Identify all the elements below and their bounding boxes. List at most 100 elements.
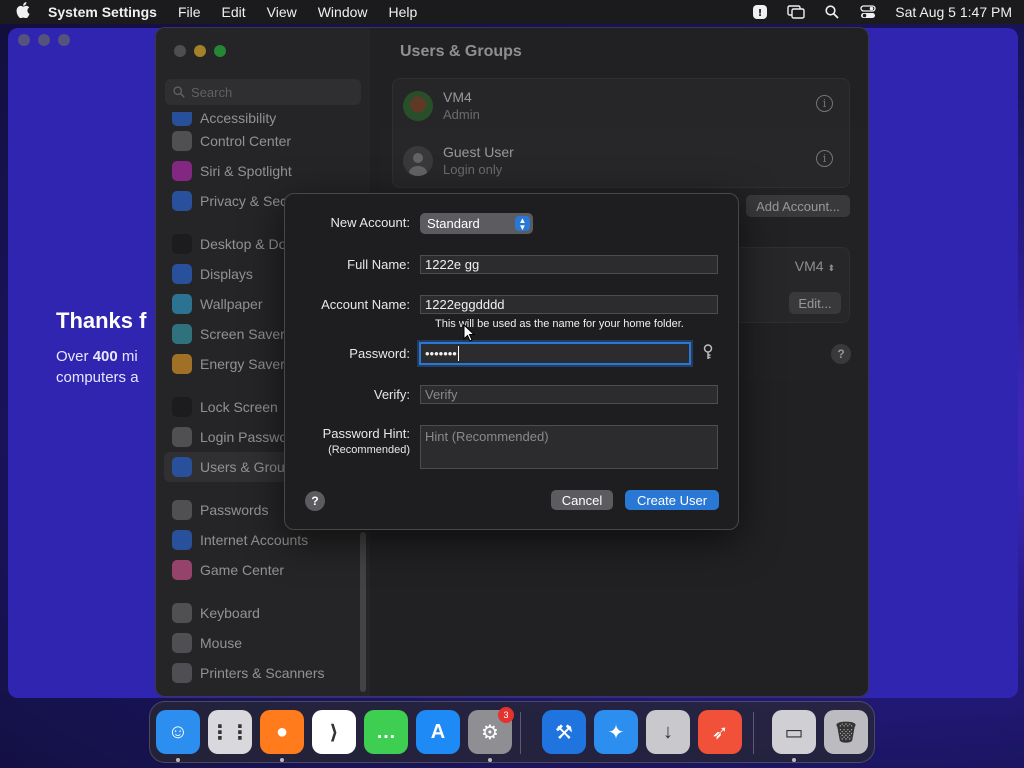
printer-icon [172, 663, 192, 683]
accessibility-icon [172, 112, 192, 126]
sidebar-item-label: Keyboard [200, 605, 260, 621]
sidebar-item-label: Lock Screen [200, 399, 278, 415]
page-title: Users & Groups [400, 43, 522, 60]
sidebar-item-label: Desktop & Doc [200, 236, 294, 252]
info-icon[interactable]: i [816, 150, 833, 167]
instruments-icon[interactable]: ✦ [594, 710, 638, 754]
password-hint-field[interactable]: Hint (Recommended) [420, 425, 718, 469]
users-list: VM4 Admin i Guest User Login only i [392, 78, 850, 188]
password-label: Password: [349, 346, 410, 361]
swift-icon[interactable]: ➶ [698, 710, 742, 754]
search-icon[interactable] [823, 5, 841, 19]
notification-badge: 3 [498, 707, 514, 723]
user-row-guest[interactable]: Guest User Login only i [403, 144, 839, 177]
apple-menu-icon[interactable] [12, 2, 34, 22]
xcode-icon[interactable]: ⚒ [542, 710, 586, 754]
sidebar-item-label: Displays [200, 266, 253, 282]
user-row-vm4[interactable]: VM4 Admin i [403, 89, 839, 122]
create-user-button[interactable]: Create User [625, 490, 719, 510]
menu-window[interactable]: Window [318, 4, 368, 20]
password-hint-label: Password Hint: [322, 426, 410, 441]
trash-icon[interactable]: 🗑 [824, 710, 868, 754]
info-icon[interactable]: i [816, 95, 833, 112]
sidebar-item-label: Energy Saver [200, 356, 285, 372]
user-name: VM4 [443, 89, 472, 105]
sidebar-scrollbar[interactable] [360, 532, 366, 692]
app-store-icon[interactable]: A [416, 710, 460, 754]
messages-icon[interactable]: … [364, 710, 408, 754]
account-type-value: Standard [427, 216, 480, 231]
sidebar-item-label: Printers & Scanners [200, 665, 325, 681]
sidebar-item[interactable]: Accessibility [164, 112, 362, 126]
menu-view[interactable]: View [267, 4, 297, 20]
desktop-dock-icon [172, 234, 192, 254]
subtext-number: 400 [92, 348, 118, 365]
users-icon [172, 457, 192, 477]
finder-icon[interactable]: ☺ [156, 710, 200, 754]
launchpad-icon[interactable]: ⋮⋮ [208, 710, 252, 754]
auto-login-value: VM4 [794, 258, 824, 274]
password-field[interactable]: ••••••• [419, 342, 691, 365]
sidebar-item-label: Wallpaper [200, 296, 263, 312]
minimize-dot [38, 34, 50, 46]
menu-edit[interactable]: Edit [222, 4, 246, 20]
user-info: Guest User Login only [443, 144, 514, 177]
auto-login-select[interactable]: VM4 ⬍ [795, 258, 835, 274]
running-indicator [488, 758, 492, 762]
menu-clock[interactable]: Sat Aug 5 1:47 PM [895, 4, 1012, 20]
zoom-button[interactable] [214, 45, 226, 57]
key-icon[interactable] [702, 344, 716, 362]
dock: ☺ ⋮⋮ ● ⟩… A ⚙ ⚒ ✦ ↓ ➶ ▭ 🗑 3 [149, 701, 875, 763]
subtext-rest: mi [117, 348, 138, 365]
minimize-button[interactable] [194, 45, 206, 57]
disk-image-icon[interactable]: ▭ [772, 710, 816, 754]
siri-icon [172, 161, 192, 181]
help-button[interactable]: ? [831, 344, 851, 364]
close-button[interactable] [174, 45, 186, 57]
subtext-line2: computers a [56, 369, 139, 386]
sidebar-item[interactable]: Keyboard [164, 598, 362, 628]
sidebar-item[interactable]: Siri & Spotlight [164, 156, 362, 186]
thanks-headline: Thanks f [56, 308, 147, 333]
account-type-popup[interactable]: Standard ▲ ▼ [420, 213, 533, 234]
verify-label: Verify: [373, 387, 410, 402]
edit-button[interactable]: Edit... [789, 292, 841, 314]
control-center-icon [172, 131, 192, 151]
add-account-button[interactable]: Add Account... [746, 195, 850, 217]
user-info: VM4 Admin [443, 89, 480, 122]
menu-app-name[interactable]: System Settings [48, 4, 157, 20]
verify-field[interactable]: Verify [420, 385, 718, 404]
dock-separator [520, 712, 521, 754]
avatar-football [403, 90, 433, 121]
sidebar-item[interactable]: Game Center [164, 555, 362, 585]
screen-mirroring-icon[interactable] [787, 5, 805, 19]
control-center-icon[interactable] [859, 5, 877, 19]
menu-help[interactable]: Help [389, 4, 418, 20]
sidebar-item-label: Internet Accounts [200, 532, 309, 548]
sidebar-item[interactable]: Control Center [164, 126, 362, 156]
sidebar-item-label: Screen Saver [200, 326, 285, 342]
cancel-button[interactable]: Cancel [551, 490, 613, 510]
installer-icon[interactable]: ↓ [646, 710, 690, 754]
wallpaper-icon [172, 294, 192, 314]
battery-icon [172, 354, 192, 374]
status-menu-icon[interactable]: ! [751, 5, 769, 19]
chevron-updown-icon: ▲ ▼ [515, 216, 530, 231]
sidebar-item-label: Control Center [200, 133, 292, 149]
password-dots: ••••••• [425, 346, 457, 361]
close-dot [18, 34, 30, 46]
key-icon [172, 500, 192, 520]
help-button[interactable]: ? [305, 491, 325, 511]
vscode-icon[interactable]: ⟩ [312, 710, 356, 754]
sidebar-item-label: Passwords [200, 502, 269, 518]
sidebar-item[interactable]: Printers & Scanners [164, 658, 362, 688]
new-account-dialog: New Account: Standard ▲ ▼ Full Name: 1222… [284, 193, 739, 530]
sidebar-search[interactable]: Search [165, 79, 361, 105]
account-name-field[interactable]: 1222eggdddd [420, 295, 718, 314]
traffic-lights [174, 45, 226, 57]
lock-icon [172, 397, 192, 417]
sidebar-item[interactable]: Mouse [164, 628, 362, 658]
full-name-field[interactable]: 1222e gg [420, 255, 718, 274]
menu-file[interactable]: File [178, 4, 201, 20]
firefox-icon[interactable]: ● [260, 710, 304, 754]
